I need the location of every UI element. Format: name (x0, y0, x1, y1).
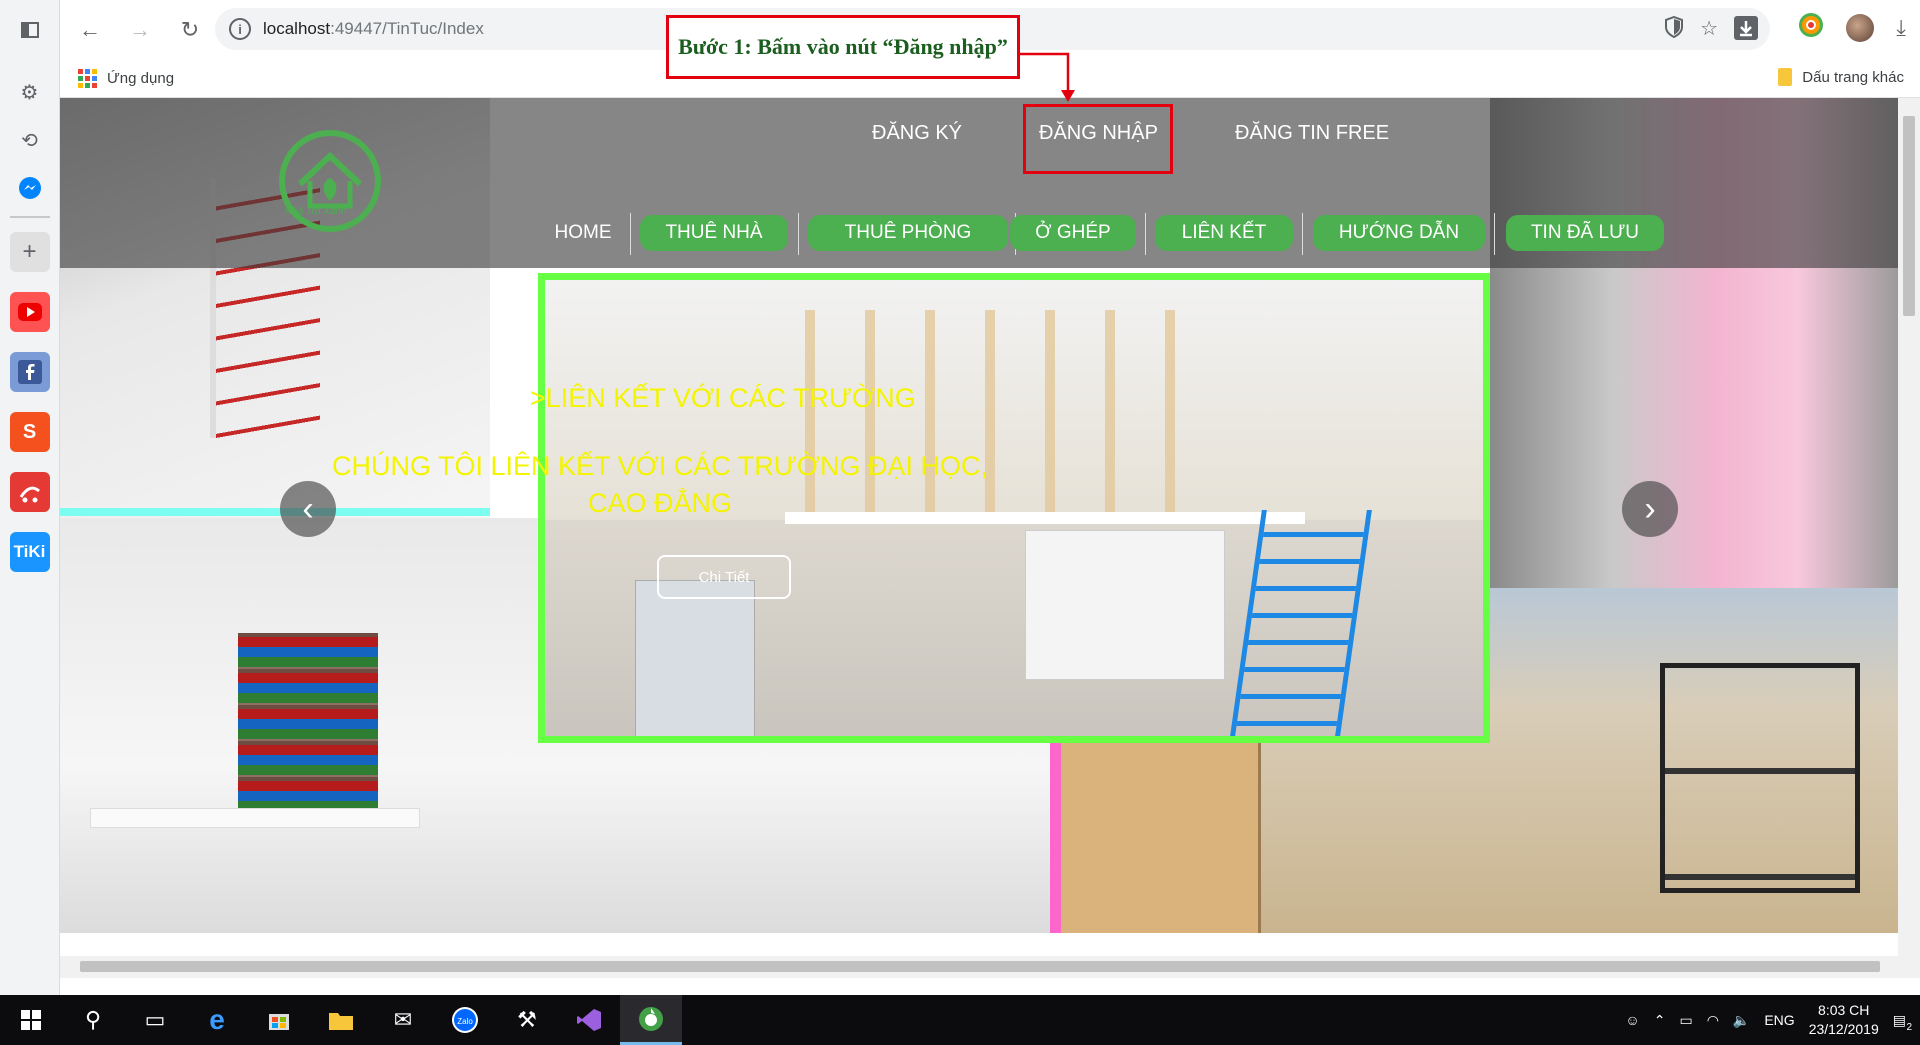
volume-icon[interactable]: 🔈 (1733, 1012, 1750, 1029)
facebook-icon[interactable] (9, 352, 50, 392)
messenger-icon[interactable] (10, 168, 50, 208)
download-ext-icon[interactable] (1734, 16, 1758, 46)
edge-icon[interactable]: e (186, 995, 248, 1045)
tray-chevron-icon[interactable]: ⌃ (1654, 1012, 1666, 1029)
shield-icon[interactable] (1664, 15, 1684, 46)
logo-text: Nhà Trọ Xanh (285, 206, 347, 217)
menu-separator (798, 213, 799, 255)
other-bookmarks[interactable]: Dấu trang khác (1778, 68, 1904, 86)
page-viewport: Nhà Trọ Xanh ĐĂNG KÝ ĐĂNG NHẬP ĐĂNG TIN … (60, 98, 1900, 978)
clock[interactable]: 8:03 CH 23/12/2019 (1809, 1001, 1879, 1039)
register-link[interactable]: ĐĂNG KÝ (872, 122, 962, 145)
menu-guide[interactable]: HƯỚNG DẪN (1313, 215, 1485, 251)
visual-studio-icon[interactable] (558, 995, 620, 1045)
zalo-icon[interactable]: Zalo (434, 995, 496, 1045)
browser-sidebar: ⚙ ⟲ + S TiKi (0, 0, 60, 995)
menu-separator (1145, 213, 1146, 255)
carousel-heading: >LIÊN KẾT VỚI CÁC TRƯỜNG (530, 383, 916, 413)
collage-bookshelf (238, 633, 378, 813)
wifi-icon[interactable]: ◠ (1707, 1012, 1719, 1029)
detail-button[interactable]: Chi Tiết (657, 555, 791, 599)
horizontal-scrollbar[interactable] (60, 956, 1900, 978)
language-indicator[interactable]: ENG (1764, 1012, 1794, 1028)
people-icon[interactable]: ☺ (1625, 1012, 1639, 1028)
notification-icon[interactable]: ▤ 2 (1893, 1012, 1912, 1033)
sidebar-divider (9, 216, 50, 218)
collage-wardrobe (1061, 738, 1261, 933)
apps-bookmark[interactable]: Ứng dụng (107, 70, 174, 87)
menu-links[interactable]: LIÊN KẾT (1155, 215, 1293, 251)
menu-separator (1494, 213, 1495, 255)
menu-roommate[interactable]: Ở GHÉP (1010, 215, 1136, 251)
coccoc-taskbar-icon[interactable] (620, 995, 682, 1045)
settings-icon[interactable]: ⚙ (10, 72, 50, 112)
windows-start-icon[interactable] (0, 995, 62, 1045)
collage-bunkbed (1660, 663, 1860, 893)
annotation-arrow (1020, 52, 1075, 102)
clock-time: 8:03 CH (1818, 1002, 1870, 1018)
back-arrow-icon[interactable]: ← (70, 10, 110, 50)
profile-avatar[interactable] (1846, 13, 1875, 42)
site-header: Nhà Trọ Xanh ĐĂNG KÝ ĐĂNG NHẬP ĐĂNG TIN … (60, 98, 1900, 268)
svg-text:Zalo: Zalo (457, 1017, 473, 1026)
shopee-icon[interactable]: S (9, 412, 50, 452)
carousel-prev-icon[interactable]: ‹ (280, 481, 336, 537)
windows-taskbar: ⚲ ▭ e ✉ Zalo ⚒ ☺ ⌃ ▭ ◠ 🔈 ENG 8:03 CH 23/… (0, 995, 1920, 1045)
menu-saved[interactable]: TIN ĐÃ LƯU (1506, 215, 1664, 251)
info-icon[interactable]: i (229, 18, 251, 40)
tools-icon[interactable]: ⚒ (496, 995, 558, 1045)
collage-table (90, 808, 420, 828)
system-tray: ☺ ⌃ ▭ ◠ 🔈 ENG 8:03 CH 23/12/2019 ▤ 2 (1625, 995, 1920, 1045)
forward-arrow-icon[interactable]: → (120, 10, 160, 50)
history-icon[interactable]: ⟲ (10, 120, 50, 160)
task-view-icon[interactable]: ▭ (124, 995, 186, 1045)
carousel-text-line1: CHÚNG TÔI LIÊN KẾT VỚI CÁC TRƯỜNG ĐẠI HỌ… (332, 451, 988, 481)
file-explorer-icon[interactable] (310, 995, 372, 1045)
menu-separator (630, 213, 631, 255)
download-icon[interactable]: ⤓ (1896, 15, 1906, 41)
url-host: localhost (263, 19, 331, 38)
sidebar-toggle-icon[interactable] (10, 10, 50, 50)
add-app-icon[interactable]: + (9, 232, 50, 272)
lazada-icon[interactable] (9, 472, 50, 512)
collage-pink-stripe (1050, 738, 1061, 933)
url-path: :49447/TinTuc/Index (330, 19, 484, 38)
bookmark-star-icon[interactable]: ☆ (1700, 16, 1718, 46)
coccoc-extension-icon[interactable] (1798, 12, 1824, 43)
carousel-next-icon[interactable]: › (1622, 481, 1678, 537)
notification-count: 2 (1906, 1021, 1912, 1033)
clock-date: 23/12/2019 (1808, 1021, 1879, 1037)
hero-carousel: Nhà Trọ Xanh ĐĂNG KÝ ĐĂNG NHẬP ĐĂNG TIN … (60, 98, 1900, 933)
vertical-scroll-thumb[interactable] (1903, 116, 1915, 316)
carousel-text-line2: CAO ĐẲNG (587, 488, 733, 518)
search-icon[interactable]: ⚲ (62, 995, 124, 1045)
site-logo[interactable] (275, 126, 385, 236)
mail-icon[interactable]: ✉ (372, 995, 434, 1045)
horizontal-scroll-thumb[interactable] (80, 961, 1880, 972)
menu-home[interactable]: HOME (530, 215, 636, 251)
menu-rent-room[interactable]: THUÊ PHÒNG (808, 215, 1008, 251)
apps-grid-icon[interactable] (78, 69, 97, 88)
store-icon[interactable] (248, 995, 310, 1045)
other-bookmarks-label: Dấu trang khác (1802, 68, 1904, 86)
login-highlight-box (1023, 104, 1173, 174)
folder-icon (1778, 68, 1793, 86)
battery-icon[interactable]: ▭ (1679, 1012, 1692, 1029)
post-free-link[interactable]: ĐĂNG TIN FREE (1235, 122, 1389, 145)
tutorial-annotation: Bước 1: Bấm vào nút “Đăng nhập” (666, 15, 1020, 79)
menu-separator (1302, 213, 1303, 255)
vertical-scrollbar[interactable] (1898, 98, 1920, 978)
youtube-icon[interactable] (9, 292, 50, 332)
reload-icon[interactable]: ↻ (170, 10, 210, 50)
tiki-icon[interactable]: TiKi (9, 532, 50, 572)
menu-rent-house[interactable]: THUÊ NHÀ (640, 215, 788, 251)
